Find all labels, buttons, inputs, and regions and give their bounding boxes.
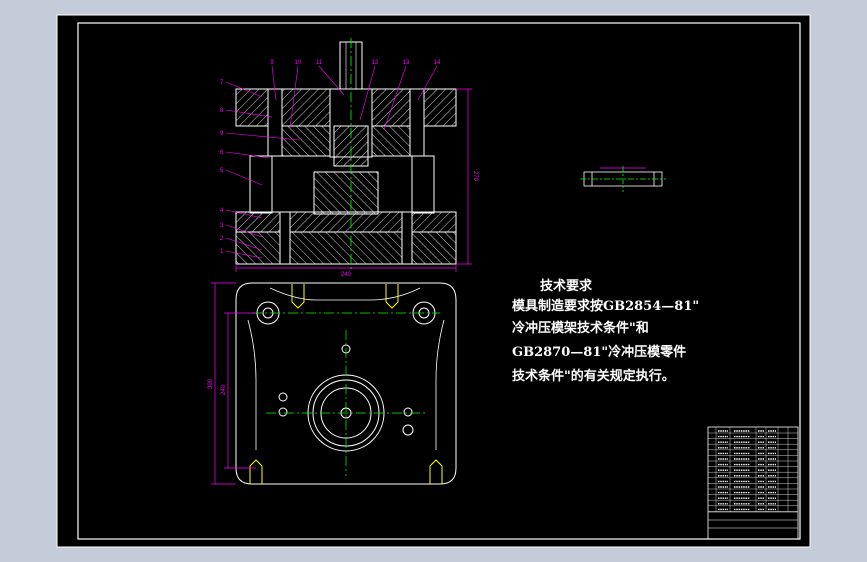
tech-requirements-line-2: 冷冲压模架技术条件"和 bbox=[512, 321, 649, 336]
part-number-top: 10 bbox=[295, 60, 302, 66]
part-number-top: 11 bbox=[316, 60, 323, 66]
lower-plate-1 bbox=[235, 211, 457, 233]
lower-plate-2 bbox=[235, 231, 457, 265]
dim-outer-label: 300 bbox=[208, 378, 214, 389]
tech-requirements-line-1: 模具制造要求按GB2854—81" bbox=[512, 299, 700, 314]
tech-requirements-line-4: 技术条件"的有关规定执行。 bbox=[512, 369, 675, 384]
dim-inner-label: 240 bbox=[221, 384, 227, 395]
tech-requirements-line-3: GB2870—81"冷冲压模零件 bbox=[512, 345, 687, 360]
dim-height-label: 270 bbox=[472, 171, 478, 182]
part-number-top: 12 bbox=[372, 60, 379, 66]
die-block bbox=[313, 171, 379, 215]
upper-guide-bush-right bbox=[409, 88, 425, 157]
cad-drawing-canvas: 240 270 789654321 9 10 11 12 13 14 300 2… bbox=[56, 14, 811, 548]
guide-post-right bbox=[411, 155, 435, 214]
dim-width-label: 240 bbox=[341, 272, 352, 278]
part-number-top: 14 bbox=[434, 60, 441, 66]
upper-guide-bush-left bbox=[267, 88, 283, 157]
tech-requirements-title: 技术要求 bbox=[540, 279, 593, 294]
part-number-top: 13 bbox=[403, 60, 410, 66]
